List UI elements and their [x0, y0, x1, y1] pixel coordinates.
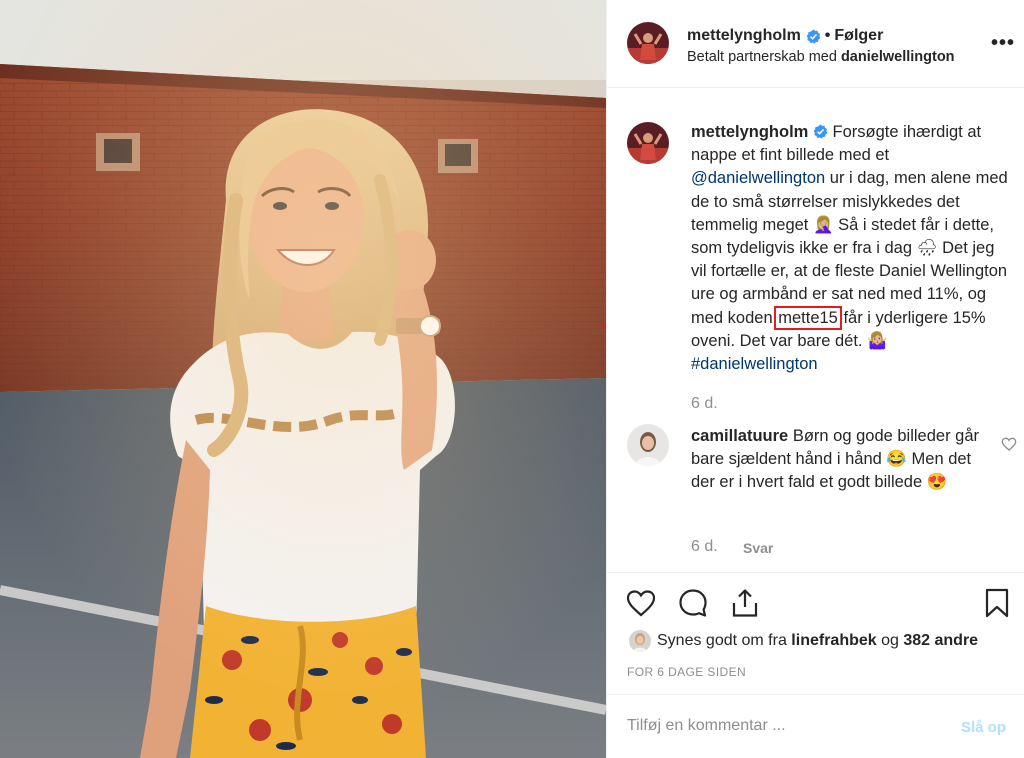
comment-timestamp[interactable]: 6 d. [691, 538, 718, 556]
likes-summary: Synes godt om fra linefrahbek og 382 and… [657, 632, 978, 650]
header-user-line: mettelyngholm • Følger [687, 27, 883, 45]
discount-code-highlight: mette15 [774, 305, 842, 330]
caption-author-avatar[interactable] [627, 122, 669, 164]
caption-username[interactable]: mettelyngholm [691, 123, 808, 141]
author-username[interactable]: mettelyngholm [687, 27, 801, 45]
share-icon[interactable] [729, 587, 761, 619]
likes-prefix: Synes godt om fra [657, 632, 787, 649]
comment-input[interactable] [627, 713, 927, 739]
caption-mention-link[interactable]: @danielwellington [691, 169, 825, 187]
paid-partnership-line: Betalt partnerskab med danielwellington [687, 49, 955, 65]
reply-button[interactable]: Svar [743, 540, 773, 556]
more-options-icon[interactable]: ••• [991, 33, 1015, 53]
partnership-prefix: Betalt partnerskab med [687, 49, 837, 65]
post-comment-button[interactable]: Slå op [961, 719, 1006, 736]
post-details-panel: mettelyngholm • Følger Betalt partnerska… [606, 0, 1024, 758]
likes-count-link[interactable]: 382 andre [903, 632, 978, 649]
likes-middle: og [881, 632, 899, 649]
liker-username[interactable]: linefrahbek [791, 632, 876, 649]
post-photo[interactable] [0, 0, 606, 758]
comment-like-heart-icon[interactable] [1001, 436, 1017, 452]
commenter-username[interactable]: camillatuure [691, 427, 788, 445]
comment-bubble-icon[interactable] [677, 587, 709, 619]
post-caption: mettelyngholm Forsøgte ihærdigt at nappe… [691, 121, 1009, 376]
follow-status-button[interactable]: Følger [834, 27, 883, 45]
add-comment-bar: Slå op [607, 694, 1024, 758]
bookmark-icon[interactable] [981, 587, 1013, 619]
author-avatar[interactable] [627, 22, 669, 64]
commenter-avatar[interactable] [627, 424, 669, 466]
post-photo-illustration [0, 0, 606, 758]
comment-item: camillatuure Børn og gode billeder går b… [691, 425, 981, 495]
post-timestamp[interactable]: FOR 6 DAGE SIDEN [627, 665, 746, 679]
verified-badge-icon [813, 124, 828, 139]
post-header: mettelyngholm • Følger Betalt partnerska… [607, 0, 1024, 88]
caption-timestamp[interactable]: 6 d. [691, 395, 718, 413]
partner-link[interactable]: danielwellington [841, 49, 955, 65]
post-action-bar [607, 572, 1024, 632]
heart-icon[interactable] [625, 587, 657, 619]
caption-hashtag-link[interactable]: #danielwellington [691, 355, 818, 373]
header-separator: • [824, 27, 831, 44]
liker-avatar[interactable] [629, 630, 651, 652]
caption-text-2: ur i dag, men alene med de to små større… [691, 169, 1008, 327]
verified-badge-icon [806, 28, 821, 44]
